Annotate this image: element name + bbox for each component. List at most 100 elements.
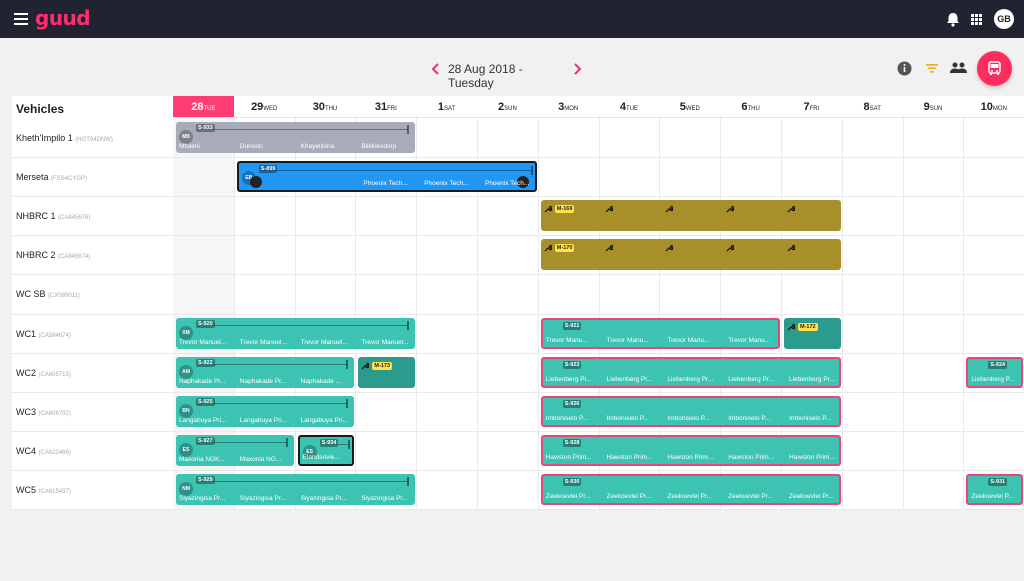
day-header-29[interactable]: 29WED (233, 96, 295, 118)
bus-fab-button[interactable] (977, 51, 1012, 86)
vehicle-schedule-board: Vehicles 28TUE 29WED 30THU 31FRI 1SAT 2SUN 3MO… (12, 96, 1024, 510)
booking-timeline (276, 170, 532, 172)
day-header-30[interactable]: 30THU (294, 96, 356, 118)
apps-grid-icon[interactable] (971, 14, 982, 25)
past-day-cell (173, 275, 234, 315)
day-header-8[interactable]: 8SAT (841, 96, 903, 118)
stop-label: Phoenix Tech... (484, 180, 530, 188)
bell-icon[interactable] (946, 12, 960, 27)
booking-m-172[interactable]: M-172 (784, 317, 841, 349)
stop-label: Liebenberg Pr... (606, 375, 653, 383)
booking-s-920[interactable]: XM S-920 Trevor Manuel... Trevor Manuel... T… (176, 317, 416, 349)
row-divider (12, 391, 1024, 393)
day-header-10[interactable]: 10MON (963, 96, 1024, 118)
day-header-4[interactable]: 4TUE (598, 96, 660, 118)
vehicle-row-label[interactable]: WC5 (CA615437) (16, 485, 71, 495)
wrench-icon (726, 245, 735, 252)
top-app-bar: guud GB (0, 0, 1024, 38)
user-avatar[interactable]: GB (994, 9, 1014, 29)
stop-label: Liebenberg Pr... (667, 375, 714, 383)
booking-code: S-929 (196, 475, 215, 484)
info-icon[interactable] (897, 61, 912, 76)
people-icon[interactable] (950, 61, 967, 75)
day-header-9[interactable]: 9SUN (902, 96, 964, 118)
day-header-5[interactable]: 5WED (659, 96, 721, 118)
driver-avatar: XM (179, 325, 193, 340)
booking-code: S-931 (988, 477, 1008, 486)
booking-s-925[interactable]: BN S-925 Langabuya Pri... Langabuya Pri... L… (176, 395, 355, 427)
vehicle-row-label[interactable]: NHBRC 2 (CA845674) (16, 250, 90, 260)
current-date: 28 Aug 2018 - Tuesday (448, 62, 523, 90)
stop-label: Zeekoevlei Pr... (667, 492, 713, 500)
stop-label: Siyazingisa Pr... (361, 494, 408, 502)
booking-s-924[interactable]: S-924 Liebenberg P... (966, 356, 1024, 388)
day-header-1[interactable]: 1SAT (416, 96, 477, 118)
stop-label: Zeekoevlei P... (971, 492, 1014, 500)
booking-s-927[interactable]: ES S-927 Maxonia NGK... Maxonia NG... (176, 434, 294, 466)
stop-label: Trevor Manu... (606, 336, 649, 344)
wrench-icon (605, 245, 613, 252)
driver-avatar: AM (179, 364, 193, 379)
stop-label: Naphakade Pr... (179, 377, 226, 385)
past-day-cell (173, 158, 234, 198)
booking-end-marker (407, 320, 410, 330)
booking-m-170[interactable]: M-170 (540, 239, 841, 271)
day-header-3[interactable]: 3MON (537, 96, 599, 118)
chevron-left-icon[interactable] (430, 62, 442, 76)
stop-label: Imboniselo P... (728, 414, 771, 422)
day-header-7[interactable]: 7FRI (781, 96, 842, 118)
row-divider (12, 157, 1024, 159)
booking-timeline (214, 402, 348, 404)
stop-label: Liebenberg P... (971, 375, 1015, 383)
booking-code: S-920 (196, 319, 215, 328)
booking-timeline (214, 363, 348, 365)
past-day-cell (173, 236, 234, 276)
day-header-31[interactable]: 31FRI (355, 96, 417, 118)
booking-s-899[interactable]: EB S-899 Phoenix Tech... Phoenix Tech... Pho… (236, 161, 537, 193)
booking-s-930[interactable]: S-930 Zeekoevlei Pr... Zeekoevlei Pr... Zee… (540, 473, 841, 505)
booking-m-169[interactable]: M-169 (540, 200, 841, 232)
booking-s-929[interactable]: NM S-929 Siyazingisa Pr... Siyazingisa Pr..… (176, 473, 416, 505)
wrench-icon (544, 206, 552, 213)
booking-s-921[interactable]: S-921 Trevor Manu... Trevor Manu... Trevor … (540, 317, 780, 349)
booking-s-926[interactable]: S-926 Imboniselo P... Imboniselo P... Imbon… (540, 395, 841, 427)
booking-timeline (214, 324, 409, 326)
wrench-icon (787, 245, 795, 252)
vehicles-column-header: Vehicles (16, 102, 65, 116)
booking-s-923[interactable]: S-923 Liebenberg Pr... Liebenberg Pr... Lie… (540, 356, 841, 388)
booking-s-933[interactable]: MB S-933 Mfuleni Dunoon Khayelitsha Blikkiesd… (176, 122, 416, 153)
row-divider (12, 274, 1024, 276)
vehicle-row-label[interactable]: WC1 (CA594674) (16, 329, 71, 339)
stop-label: Zeekoevlei Pr... (545, 492, 591, 500)
vehicle-row-label[interactable]: Merseta (FSS4CYGP) (16, 172, 87, 182)
menu-icon[interactable] (14, 13, 28, 25)
day-header-28[interactable]: 28TUE (173, 96, 234, 118)
wrench-icon (787, 323, 795, 330)
vehicle-row-label[interactable]: Kheth'Impilo 1 (HGT94DNW) (16, 133, 113, 143)
day-header-2[interactable]: 2SUN (477, 96, 538, 118)
booking-s-931[interactable]: S-931 Zeekoevlei P... (966, 473, 1024, 505)
wrench-icon (361, 362, 370, 370)
stop-label: Hawston Prim... (545, 453, 592, 461)
day-header-6[interactable]: 6THU (720, 96, 781, 118)
vehicle-row-label[interactable]: WC2 (CA605715) (16, 368, 71, 378)
booking-code: S-926 (562, 399, 582, 408)
booking-m-173[interactable]: M-173 (358, 356, 416, 388)
booking-s-934[interactable]: ES S-934 Elandsrivie... (297, 434, 355, 466)
booking-timeline (214, 441, 287, 443)
vehicle-row-label[interactable]: WC4 (CA622466) (16, 446, 71, 456)
stop-label: Hawston Prim... (788, 453, 835, 461)
past-day-cell (173, 197, 234, 237)
booking-s-922[interactable]: AM S-922 Naphakade Pr... Naphakade Pr... Nap… (176, 356, 355, 388)
vehicle-row-label[interactable]: NHBRC 1 (CA845676) (16, 211, 90, 221)
stop-label: Dunoon (239, 143, 263, 150)
booking-s-928[interactable]: S-928 Hawston Prim... Hawston Prim... Hawst… (540, 434, 841, 466)
row-divider (12, 196, 1024, 198)
filter-icon[interactable] (925, 61, 939, 75)
stop-label: Blikkiesdorp (361, 143, 397, 150)
app-logo[interactable]: guud (35, 6, 91, 30)
vehicle-row-label[interactable]: WC SB (CX089011) (16, 289, 80, 299)
chevron-right-icon[interactable] (571, 62, 583, 76)
vehicle-row-label[interactable]: WC3 (CA606792) (16, 407, 71, 417)
stop-label: Trevor Manuel... (361, 338, 409, 346)
